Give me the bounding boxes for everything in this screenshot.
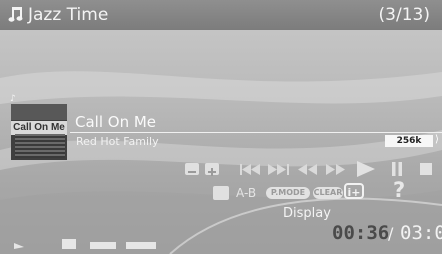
fast-forward-icon[interactable] (326, 164, 346, 175)
elapsed-time: 00:36 (332, 222, 390, 244)
add-icon[interactable] (205, 163, 219, 176)
artist-name: Red Hot Family (76, 135, 159, 148)
song-title: Call On Me (75, 113, 157, 131)
play-icon[interactable] (357, 161, 375, 177)
album-art-text: Call On Me (11, 121, 67, 135)
album-art: Call On Me (11, 104, 67, 160)
small-note-icon: ♪ (10, 94, 16, 104)
time-separator: / (388, 224, 394, 243)
previous-track-icon[interactable] (240, 164, 262, 175)
stop-icon[interactable] (420, 163, 432, 175)
pause-icon[interactable] (391, 162, 403, 176)
focused-control-label: Display (283, 206, 331, 221)
title-bar: Jazz Time (3/13) (0, 0, 442, 30)
bitrate-badge: 256k (385, 135, 433, 147)
clear-button[interactable]: CLEAR (313, 187, 343, 199)
help-icon[interactable]: ? (393, 178, 405, 202)
info-divider (70, 132, 442, 133)
track-counter: (3/13) (378, 5, 430, 25)
rewind-icon[interactable] (298, 164, 318, 175)
pmode-button[interactable]: P.MODE (266, 187, 310, 199)
info-button[interactable]: i+ (344, 183, 364, 199)
music-note-icon (8, 7, 23, 22)
bitrate-arrow-icon: ⟩ (435, 134, 439, 145)
total-time: 03:00 (400, 222, 442, 244)
repeat-box-icon[interactable] (213, 186, 229, 200)
ab-repeat-button[interactable]: A-B (236, 186, 256, 200)
bottom-status-icons (14, 239, 156, 249)
mode-icon[interactable] (185, 163, 199, 175)
next-track-icon[interactable] (268, 164, 290, 175)
music-player-screen: Jazz Time (3/13) ♪ Call On Me Call On Me… (0, 0, 442, 254)
app-title: Jazz Time (28, 5, 109, 25)
